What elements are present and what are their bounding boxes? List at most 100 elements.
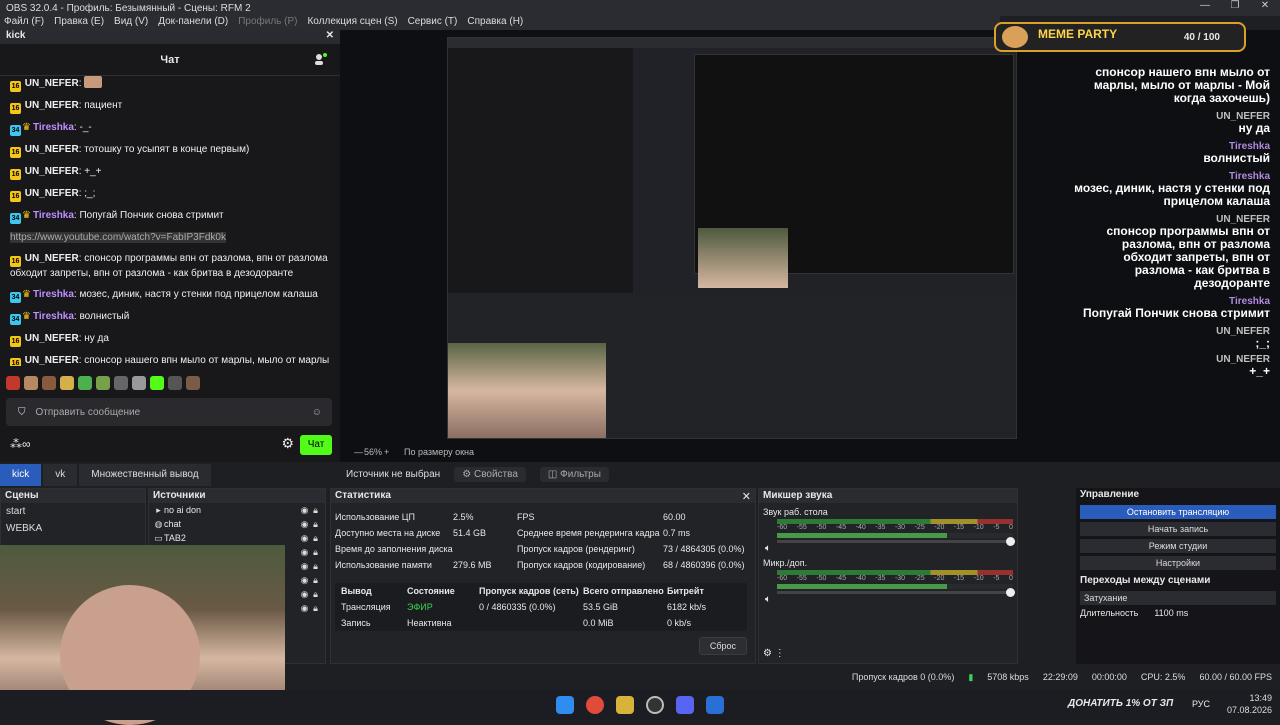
- eye-icon[interactable]: ◉: [299, 505, 310, 516]
- emote-icon[interactable]: [150, 376, 164, 390]
- transition-select[interactable]: Затухание: [1080, 591, 1276, 605]
- chat-username[interactable]: Tireshka: [33, 311, 74, 322]
- chat-link[interactable]: https://www.youtube.com/watch?v=FabIP3Fd…: [10, 232, 226, 243]
- chat-username[interactable]: UN_NEFER: [25, 100, 79, 111]
- chat-send-button[interactable]: Чат: [300, 435, 332, 455]
- stop-stream-button[interactable]: Остановить трансляцию: [1080, 505, 1276, 519]
- chat-username[interactable]: UN_NEFER: [25, 188, 79, 199]
- scene-item[interactable]: start: [1, 503, 145, 520]
- eye-icon[interactable]: ◉: [299, 561, 310, 572]
- lock-icon[interactable]: 🔒︎: [310, 505, 321, 516]
- users-icon[interactable]: [314, 52, 328, 69]
- chat-username[interactable]: Tireshka: [33, 122, 74, 133]
- stat-key: FPS: [517, 512, 535, 522]
- eye-icon[interactable]: ◉: [299, 603, 310, 614]
- app-icon[interactable]: [616, 696, 634, 714]
- speaker-icon[interactable]: 🔈︎: [759, 594, 1017, 605]
- emote-icon[interactable]: [24, 376, 38, 390]
- zoom-out-icon[interactable]: —: [354, 447, 363, 457]
- zoom-in-icon[interactable]: +: [384, 447, 389, 457]
- emote-icon[interactable]: [78, 376, 92, 390]
- menu-tools[interactable]: Сервис (T): [408, 16, 458, 30]
- language-indicator[interactable]: РУС: [1192, 699, 1210, 709]
- discord-icon[interactable]: [676, 696, 694, 714]
- window-titlebar: OBS 32.0.4 - Профиль: Безымянный - Сцены…: [0, 0, 1280, 16]
- chat-username[interactable]: UN_NEFER: [25, 355, 79, 366]
- menu-docks[interactable]: Док-панели (D): [158, 16, 228, 30]
- tab-vk[interactable]: vk: [43, 464, 78, 486]
- chat-input-placeholder: Отправить сообщение: [35, 406, 141, 418]
- app-icon[interactable]: [706, 696, 724, 714]
- emote-icon[interactable]: [168, 376, 182, 390]
- emote-icon[interactable]: [60, 376, 74, 390]
- tab-multiple-output[interactable]: Множественный вывод: [79, 464, 211, 486]
- speaker-icon[interactable]: 🔈︎: [759, 543, 1017, 554]
- eye-icon[interactable]: ◉: [299, 547, 310, 558]
- gear-icon[interactable]: ⚙ ⋮: [763, 648, 785, 659]
- close-icon[interactable]: ✕: [742, 490, 751, 503]
- filters-button[interactable]: ◫ Фильтры: [539, 466, 609, 482]
- properties-button[interactable]: ⚙ Свойства: [454, 466, 526, 482]
- settings-button[interactable]: Настройки: [1080, 556, 1276, 570]
- taskbar-clock[interactable]: 13:49 07.08.2026: [1227, 692, 1272, 716]
- chrome-icon[interactable]: [586, 696, 604, 714]
- chat-username[interactable]: Tireshka: [33, 210, 74, 221]
- reset-button[interactable]: Сброс: [698, 637, 747, 655]
- close-button[interactable]: ✕: [1250, 0, 1280, 11]
- eye-icon[interactable]: ◉: [299, 519, 310, 530]
- menu-help[interactable]: Справка (H): [467, 16, 523, 30]
- emote-icon[interactable]: [114, 376, 128, 390]
- chat-username[interactable]: UN_NEFER: [25, 166, 79, 177]
- source-item[interactable]: ▭ TAB2 ◉ 🔒︎: [149, 531, 325, 545]
- tab-kick[interactable]: kick: [0, 464, 42, 486]
- emote-icon[interactable]: [186, 376, 200, 390]
- maximize-button[interactable]: ❐: [1220, 0, 1250, 11]
- source-item[interactable]: ◍ chat ◉ 🔒︎: [149, 517, 325, 531]
- emote-icon[interactable]: [132, 376, 146, 390]
- lock-icon[interactable]: 🔒︎: [310, 533, 321, 544]
- chat-username[interactable]: UN_NEFER: [25, 144, 79, 155]
- menu-profile[interactable]: Профиль (P): [238, 16, 297, 30]
- windows-start-icon[interactable]: [556, 696, 574, 714]
- chat-username[interactable]: UN_NEFER: [25, 253, 79, 264]
- volume-slider[interactable]: [777, 588, 1015, 597]
- source-item[interactable]: ▸ no ai don ◉ 🔒︎: [149, 503, 325, 517]
- infinity-icon[interactable]: ⁂∞: [10, 437, 31, 451]
- lock-icon[interactable]: 🔒︎: [310, 519, 321, 530]
- menu-scene-collection[interactable]: Коллекция сцен (S): [307, 16, 397, 30]
- scene-item[interactable]: WEBKA: [1, 520, 145, 537]
- emoji-icon[interactable]: ☺: [312, 407, 322, 418]
- volume-slider[interactable]: [777, 537, 1015, 546]
- lock-icon[interactable]: 🔒︎: [310, 575, 321, 586]
- zoom-fit-select[interactable]: По размеру окна: [404, 447, 474, 457]
- chat-username[interactable]: Tireshka: [33, 289, 74, 300]
- obs-icon[interactable]: [646, 696, 664, 714]
- studio-mode-button[interactable]: Режим студии: [1080, 539, 1276, 553]
- menu-file[interactable]: Файл (F): [4, 16, 44, 30]
- emote-icon[interactable]: [6, 376, 20, 390]
- emote-icon[interactable]: [96, 376, 110, 390]
- table-row: Трансляция ЭФИР 0 / 4860335 (0.0%) 53.5 …: [335, 599, 747, 615]
- lock-icon[interactable]: 🔒︎: [310, 603, 321, 614]
- menu-view[interactable]: Вид (V): [114, 16, 148, 30]
- stream-bitrate: 5708 kbps: [987, 672, 1029, 682]
- emote-icon[interactable]: [42, 376, 56, 390]
- start-recording-button[interactable]: Начать запись: [1080, 522, 1276, 536]
- chat-username[interactable]: UN_NEFER: [25, 333, 79, 344]
- stat-value: 51.4 GB: [453, 528, 487, 538]
- duration-input[interactable]: 1100 ms: [1154, 608, 1188, 618]
- chat-input[interactable]: ⛉ Отправить сообщение ☺: [6, 398, 332, 426]
- lock-icon[interactable]: 🔒︎: [310, 547, 321, 558]
- chat-username[interactable]: UN_NEFER: [25, 78, 79, 89]
- lock-icon[interactable]: 🔒︎: [310, 561, 321, 572]
- menu-edit[interactable]: Правка (E): [54, 16, 104, 30]
- eye-icon[interactable]: ◉: [299, 533, 310, 544]
- gear-icon[interactable]: ⚙: [281, 435, 294, 452]
- eye-icon[interactable]: ◉: [299, 589, 310, 600]
- lock-icon[interactable]: 🔒︎: [310, 589, 321, 600]
- minimize-button[interactable]: —: [1190, 0, 1220, 11]
- dock-close-icon[interactable]: ✕: [326, 30, 334, 44]
- overlay-chat-text: ;_;: [1255, 336, 1270, 350]
- record-timer: 00:00:00: [1091, 672, 1127, 682]
- eye-icon[interactable]: ◉: [299, 575, 310, 586]
